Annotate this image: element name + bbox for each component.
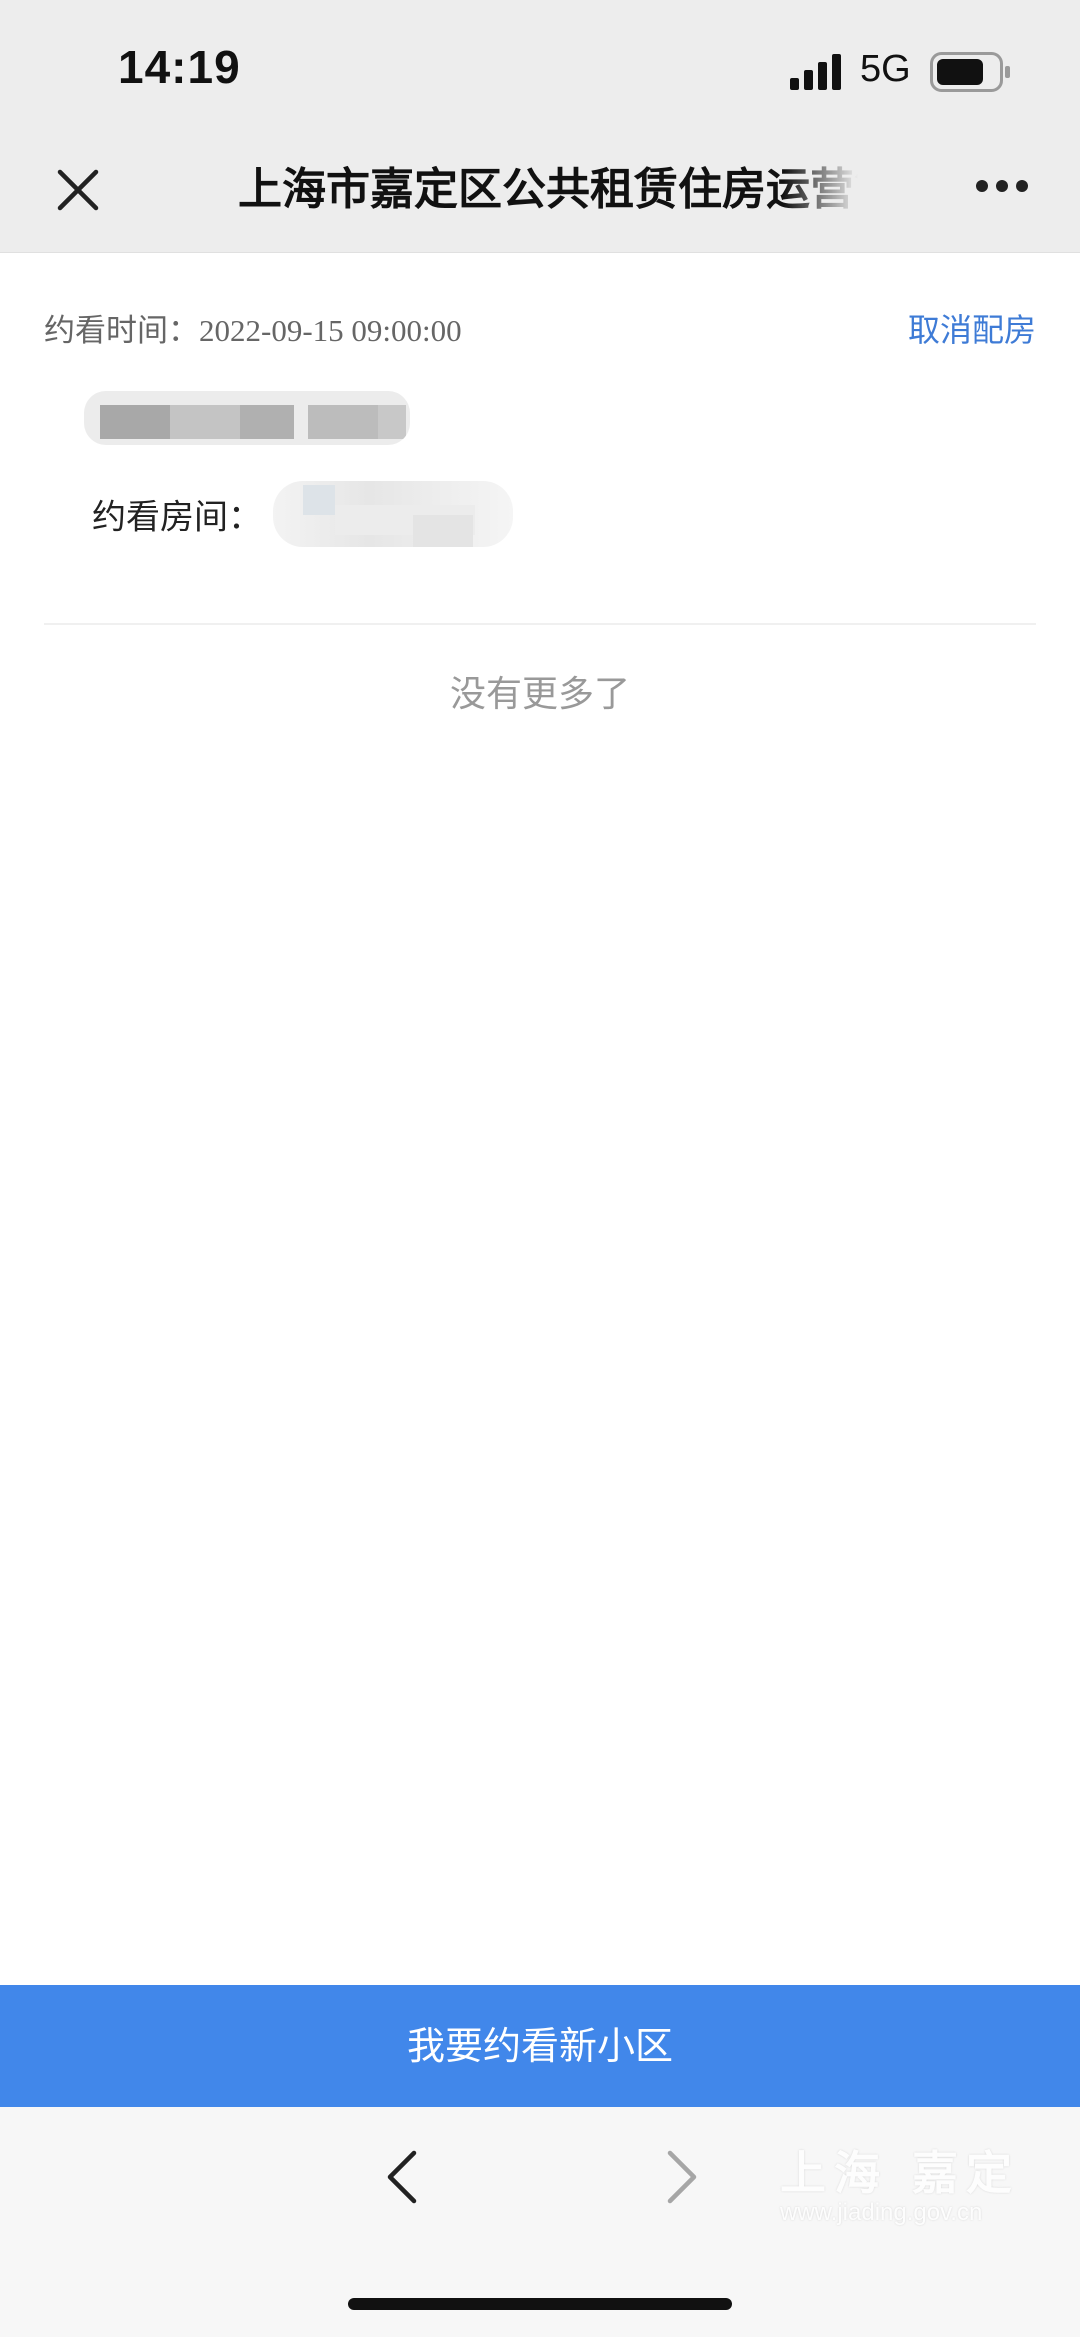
watermark-url: www.jiading.gov.cn [780,2199,983,2226]
appointment-time-label: 约看时间： [44,313,199,349]
watermark-logo: 上海 嘉定 www.jiading.gov.cn [780,2137,1020,2237]
battery-icon [930,52,1010,92]
appointment-time-row: 约看时间：2022-09-15 09:00:00 取消配房 [44,305,1036,355]
redacted-community-name [84,391,410,445]
watermark-title: 上海 嘉定 [780,2146,1021,2200]
signal-icon [790,54,841,90]
book-new-community-button[interactable]: 我要约看新小区 [0,1985,1080,2107]
list-divider [44,623,1036,625]
status-time: 14:19 [118,41,241,93]
appointment-time-value: 2022-09-15 09:00:00 [199,313,462,348]
back-arrow-icon[interactable] [380,2145,424,2209]
appointment-room-row: 约看房间： [92,481,514,547]
appointment-room-label: 约看房间： [92,497,262,538]
more-options-icon[interactable] [974,178,1030,194]
list-end-text: 没有更多了 [449,674,630,715]
navigation-bar: 上海市嘉定区公共租赁住房运营管理 [0,140,1080,253]
status-bar: 14:19 5G [0,0,1080,140]
cancel-allocation-link[interactable]: 取消配房 [908,305,1036,351]
redacted-room-number [273,481,514,547]
home-indicator[interactable] [348,2298,732,2310]
network-type: 5G [860,48,911,90]
forward-arrow-icon[interactable] [660,2145,704,2209]
page-title: 上海市嘉定区公共租赁住房运营管理 [238,164,858,215]
close-icon[interactable] [54,166,102,214]
